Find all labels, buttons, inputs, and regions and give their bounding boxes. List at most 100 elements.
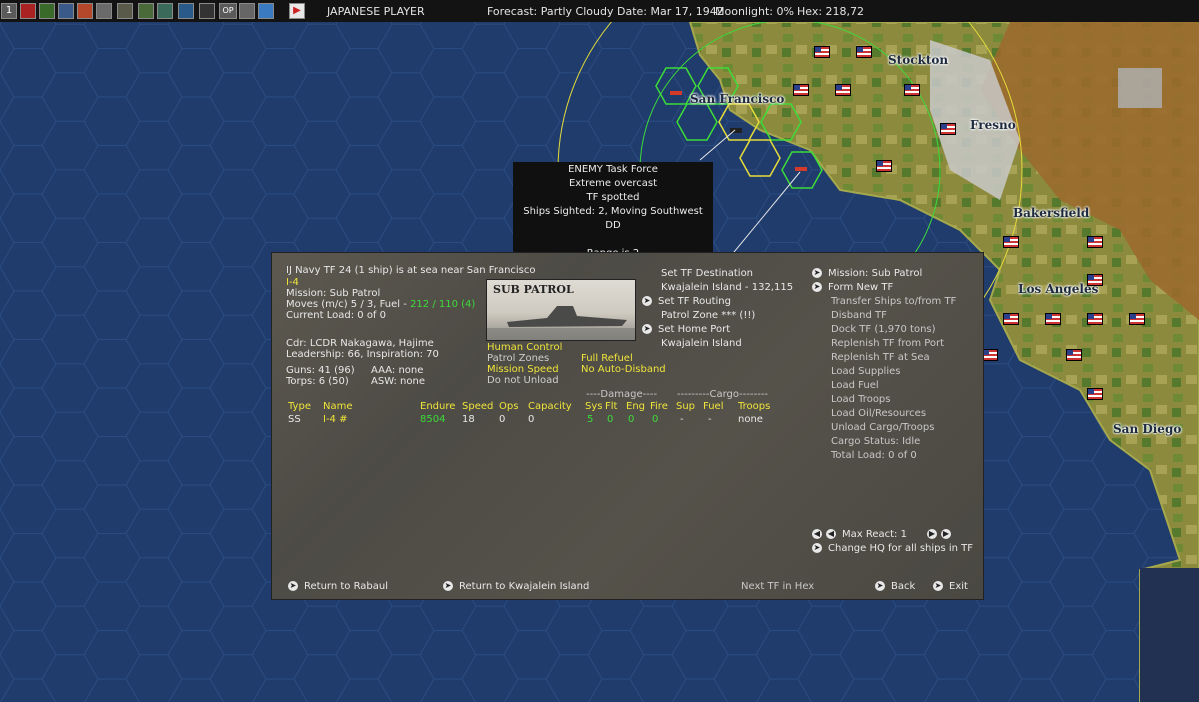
cargo-status-label: Cargo Status: Idle — [831, 436, 921, 447]
fuel-value: 212 / 110 (4) — [410, 299, 476, 310]
airgroup-icon[interactable] — [39, 3, 55, 19]
col-capacity[interactable]: Capacity — [528, 400, 572, 414]
set-routing-button[interactable]: ➤ Set TF Routing — [642, 295, 731, 309]
us-flag-icon[interactable] — [814, 46, 830, 58]
torps-label: Torps: 6 (50) — [286, 376, 349, 387]
end-turn-icon[interactable]: ▶ — [289, 3, 305, 19]
us-flag-icon[interactable] — [1087, 313, 1103, 325]
menu-load-fuel[interactable]: Load Fuel — [831, 379, 879, 393]
arrow-icon: ➤ — [443, 581, 453, 591]
col-ops[interactable]: Ops — [499, 400, 518, 414]
menu-unload-cargo[interactable]: Unload Cargo/Troops — [831, 421, 934, 435]
window-icon[interactable] — [258, 3, 274, 19]
menu-load-supplies[interactable]: Load Supplies — [831, 365, 900, 379]
globe-icon[interactable] — [178, 3, 194, 19]
menu-load-oil[interactable]: Load Oil/Resources — [831, 407, 926, 421]
menu-form-new-tf[interactable]: ➤ Form New TF — [812, 281, 893, 295]
col-sup[interactable]: Sup — [676, 400, 695, 414]
cell-sys: 5 — [587, 414, 594, 425]
city-label-san-diego: San Diego — [1113, 422, 1182, 436]
us-flag-icon[interactable] — [1087, 236, 1103, 248]
menu-mission[interactable]: ➤ Mission: Sub Patrol — [812, 267, 922, 281]
max-react-label: Max React: 1 — [842, 529, 907, 540]
current-load-label: Current Load: 0 of 0 — [286, 310, 386, 321]
set-routing-label: Set TF Routing — [658, 296, 731, 307]
us-flag-icon[interactable] — [1045, 313, 1061, 325]
us-flag-icon[interactable] — [1066, 349, 1082, 361]
col-fire[interactable]: Fire — [650, 400, 668, 414]
menu-dock-tf[interactable]: Dock TF (1,970 tons) — [831, 323, 936, 337]
menu-transfer-ships[interactable]: Transfer Ships to/from TF — [831, 295, 956, 309]
us-flag-icon[interactable] — [856, 46, 872, 58]
col-flt[interactable]: Flt — [605, 400, 617, 414]
cell-name[interactable]: I-4 # — [323, 413, 347, 427]
col-eng[interactable]: Eng — [626, 400, 645, 414]
arrow-icon: ➤ — [812, 282, 822, 292]
top-toolbar: 1 OP ▶ JAPANESE PLAYER Forecast: Partly … — [0, 0, 1199, 22]
col-name[interactable]: Name — [323, 400, 353, 414]
ground-units-icon[interactable] — [96, 3, 112, 19]
next-icon[interactable]: ▶ — [926, 529, 937, 539]
intel-icon[interactable] — [20, 3, 36, 19]
us-flag-icon[interactable] — [1003, 313, 1019, 325]
menu-load-troops[interactable]: Load Troops — [831, 393, 891, 407]
col-troops[interactable]: Troops — [738, 400, 770, 414]
us-flag-icon[interactable] — [793, 84, 809, 96]
set-destination-button[interactable]: Set TF Destination — [661, 267, 753, 281]
return-rabaul-button[interactable]: ➤ Return to Rabaul — [288, 580, 388, 594]
change-hq-button[interactable]: ➤ Change HQ for all ships in TF — [812, 542, 973, 556]
operations-icon[interactable]: OP — [219, 3, 237, 19]
city-label-stockton: Stockton — [888, 53, 949, 67]
last-icon[interactable]: ▶ — [940, 529, 951, 539]
menu-form-new-tf-label: Form New TF — [828, 282, 894, 293]
us-flag-icon[interactable] — [982, 349, 998, 361]
first-icon[interactable]: ◀ — [812, 529, 822, 539]
us-flag-icon[interactable] — [1087, 274, 1103, 286]
target-icon[interactable] — [199, 3, 215, 19]
leadership-label: Leadership: 66, Inspiration: 70 — [286, 349, 439, 360]
aircraft-icon[interactable] — [58, 3, 74, 19]
menu-replenish-port[interactable]: Replenish TF from Port — [831, 337, 944, 351]
flag-icon[interactable] — [77, 3, 93, 19]
col-sys[interactable]: Sys — [585, 400, 602, 414]
us-flag-icon[interactable] — [835, 84, 851, 96]
return-kwajalein-button[interactable]: ➤ Return to Kwajalein Island — [443, 580, 589, 594]
prev-icon[interactable]: ◀ — [826, 529, 836, 539]
exit-button[interactable]: ➤ Exit — [933, 580, 968, 594]
change-hq-label: Change HQ for all ships in TF — [828, 543, 974, 554]
set-home-port-button[interactable]: ➤ Set Home Port — [642, 323, 730, 337]
arrow-icon: ➤ — [288, 581, 298, 591]
ship-icon[interactable] — [117, 3, 133, 19]
tf-header: IJ Navy TF 24 (1 ship) is at sea near Sa… — [286, 265, 536, 276]
sub-icon[interactable] — [157, 3, 173, 19]
next-tf-button[interactable]: Next TF in Hex — [741, 580, 814, 594]
us-flag-icon[interactable] — [1003, 236, 1019, 248]
us-flag-icon[interactable] — [876, 160, 892, 172]
us-flag-icon[interactable] — [940, 123, 956, 135]
us-flag-icon[interactable] — [1129, 313, 1145, 325]
menu-replenish-sea[interactable]: Replenish TF at Sea — [831, 351, 930, 365]
player-label: JAPANESE PLAYER — [327, 5, 425, 18]
us-flag-icon[interactable] — [1087, 388, 1103, 400]
moonlight-label: Moonlight: 0% — [715, 5, 794, 18]
total-load-label: Total Load: 0 of 0 — [831, 450, 917, 461]
cell-endure: 8504 — [420, 414, 446, 425]
map-icon[interactable] — [138, 3, 154, 19]
col-fuel[interactable]: Fuel — [703, 400, 723, 414]
arrow-icon: ➤ — [642, 296, 652, 306]
us-flag-icon[interactable] — [904, 84, 920, 96]
enemy-tf-tooltip: ENEMY Task Force Extreme overcast TF spo… — [513, 162, 713, 261]
do-not-unload-toggle[interactable]: Do not Unload — [487, 374, 559, 388]
col-type[interactable]: Type — [288, 400, 311, 414]
report-icon[interactable] — [239, 3, 255, 19]
map-corner-dark — [1140, 568, 1199, 702]
col-endure[interactable]: Endure — [420, 400, 455, 414]
set-home-port-label: Set Home Port — [658, 324, 731, 335]
no-auto-disband-toggle[interactable]: No Auto-Disband — [581, 363, 666, 377]
cell-fire: 0 — [652, 414, 659, 425]
col-speed[interactable]: Speed — [462, 400, 493, 414]
submarine-image: SUB PATROL — [486, 279, 636, 341]
turn-number-icon[interactable]: 1 — [1, 3, 17, 19]
back-button[interactable]: ➤ Back — [875, 580, 915, 594]
menu-disband-tf[interactable]: Disband TF — [831, 309, 887, 323]
